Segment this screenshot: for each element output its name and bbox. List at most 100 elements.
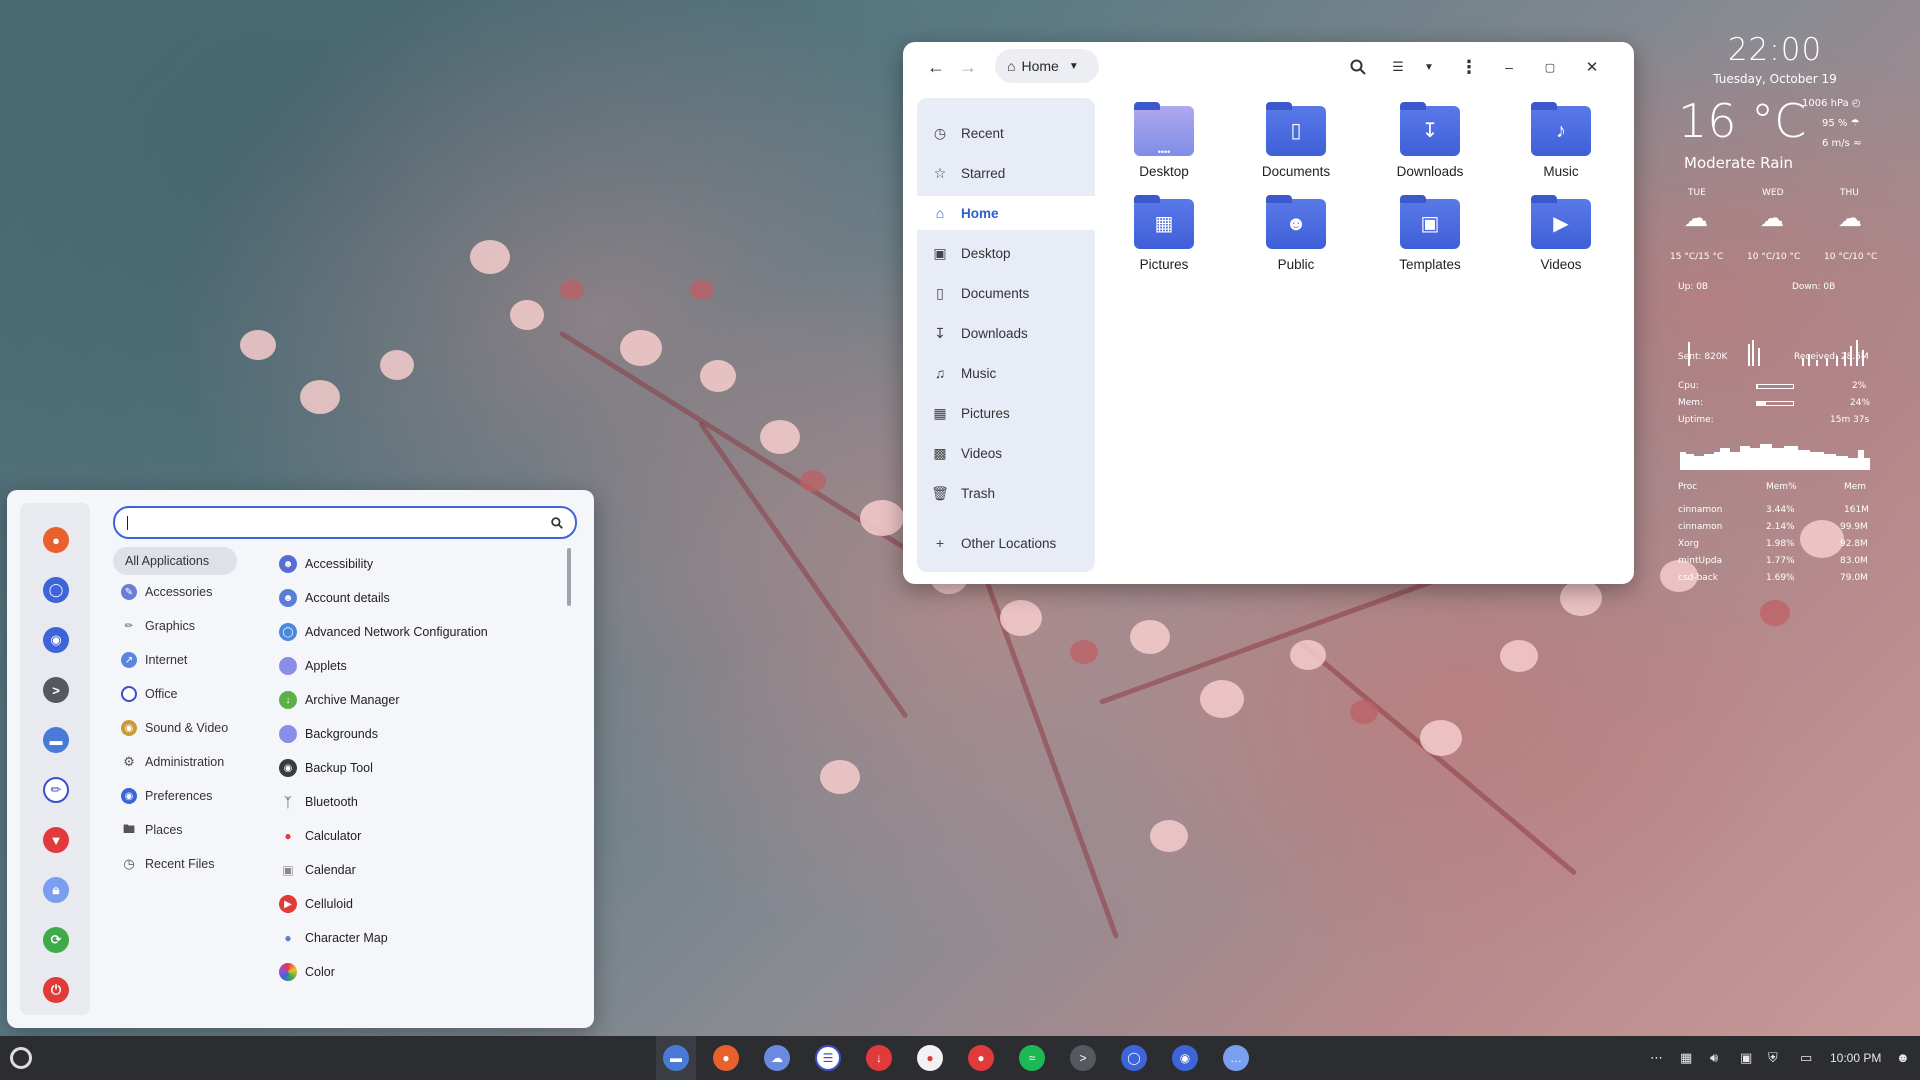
sidebar-item-documents[interactable]: ▯ Documents xyxy=(917,276,1095,310)
folder-downloads[interactable]: ↧ Downloads xyxy=(1375,102,1485,179)
media-player-icon[interactable]: ● xyxy=(968,1045,994,1071)
notifications-icon[interactable]: ▭ xyxy=(1800,1050,1812,1066)
folder-templates[interactable]: ▣ Templates xyxy=(1375,195,1485,272)
app-advanced-network-configuration[interactable]: ◯ Advanced Network Configuration xyxy=(279,618,488,646)
terminal-icon[interactable]: > xyxy=(1070,1045,1096,1071)
category-places[interactable]: 🖿︎ Places xyxy=(113,816,237,844)
chat-icon[interactable]: … xyxy=(1223,1045,1249,1071)
category-label: Preferences xyxy=(145,789,213,803)
category-graphics[interactable]: ✏ Graphics xyxy=(113,612,237,640)
app-accessibility[interactable]: ☻ Accessibility xyxy=(279,550,373,578)
app-bluetooth[interactable]: ᛉ Bluetooth xyxy=(279,788,358,816)
proc-mem-pct: 3.44% xyxy=(1766,505,1795,515)
bluetooth-icon: ᛉ xyxy=(283,794,293,810)
sidebar-item-recent[interactable]: ◷ Recent xyxy=(917,116,1095,150)
category-recent-files[interactable]: ◷ Recent Files xyxy=(113,850,237,878)
mem-value: 24% xyxy=(1850,398,1871,408)
view-toggle-button[interactable]: ☰ xyxy=(1387,56,1409,78)
app-celluloid[interactable]: ▶ Celluloid xyxy=(279,890,353,918)
user-icon[interactable]: ☻ xyxy=(1896,1050,1910,1065)
net-sent: Sent: 820K xyxy=(1678,352,1728,362)
folder-public[interactable]: ☻ Public xyxy=(1241,195,1351,272)
logout-icon[interactable]: ⟳ xyxy=(43,927,69,953)
forward-button[interactable]: → xyxy=(957,56,979,78)
firefox-icon[interactable]: ● xyxy=(43,527,69,553)
app-archive-manager[interactable]: ↓ Archive Manager xyxy=(279,686,400,714)
menu-button[interactable] xyxy=(10,1047,32,1069)
view-options-button[interactable]: ▼ xyxy=(1418,56,1440,78)
net-up: Up: 0B xyxy=(1678,282,1709,292)
app-color[interactable]: Color xyxy=(279,958,335,986)
back-button[interactable]: ← xyxy=(925,56,947,78)
image-viewer-icon[interactable]: ● xyxy=(917,1045,943,1071)
text-editor-icon[interactable]: ✏ xyxy=(43,777,69,803)
taskbar-clock[interactable]: 10:00 PM xyxy=(1830,1051,1881,1065)
power-icon[interactable]: ⏻ xyxy=(43,977,69,1003)
archive-icon: ↓ xyxy=(279,691,297,709)
category-internet[interactable]: ↗ Internet xyxy=(113,646,237,674)
picture-icon: ▦ xyxy=(933,404,947,421)
app-backup-tool[interactable]: ◉ Backup Tool xyxy=(279,754,373,782)
files-icon[interactable]: ▬ xyxy=(663,1045,689,1071)
sidebar-item-music[interactable]: ♫ Music xyxy=(917,356,1095,390)
folder-music[interactable]: ♪ Music xyxy=(1506,102,1616,179)
category-all-applications[interactable]: All Applications xyxy=(113,547,237,575)
clipboard-icon[interactable]: ▣ xyxy=(1740,1050,1752,1066)
cloud-app-icon[interactable]: ☁ xyxy=(764,1045,790,1071)
firefox-icon[interactable]: ● xyxy=(713,1045,739,1071)
minimize-button[interactable]: – xyxy=(1498,56,1520,78)
menu-button[interactable]: ⋮ xyxy=(1458,56,1480,78)
trash-icon: 🗑︎ xyxy=(931,484,949,501)
volume-icon[interactable]: 🔊︎ xyxy=(1710,1050,1718,1066)
sidebar-item-pictures[interactable]: ▦ Pictures xyxy=(917,396,1095,430)
app-list-scrollbar[interactable] xyxy=(567,548,571,606)
category-administration[interactable]: ⚙ Administration xyxy=(113,748,237,776)
wind-value: 6 m/s xyxy=(1822,138,1850,149)
path-bar-home-button[interactable]: ⌂ Home ▼ xyxy=(995,49,1099,83)
app-calendar[interactable]: ▣ Calendar xyxy=(279,856,355,884)
app-character-map[interactable]: ● Character Map xyxy=(279,924,387,952)
sidebar-item-desktop[interactable]: ▣ Desktop xyxy=(917,236,1095,270)
calendar-icon: ▣ xyxy=(282,863,294,877)
tray-overflow-icon[interactable]: ⋯ xyxy=(1650,1050,1663,1066)
category-accessories[interactable]: ✎ Accessories xyxy=(113,578,237,606)
app-account-details[interactable]: ☻ Account details xyxy=(279,584,390,612)
folder-desktop[interactable]: •••• Desktop xyxy=(1109,102,1219,179)
category-sound-video[interactable]: ◉ Sound & Video xyxy=(113,714,237,742)
sidebar-item-downloads[interactable]: ↧ Downloads xyxy=(917,316,1095,350)
proc-mem-pct: 1.77% xyxy=(1766,556,1795,566)
text-editor-icon[interactable]: ☰ xyxy=(815,1045,841,1071)
app-applets[interactable]: Applets xyxy=(279,652,347,680)
terminal-icon[interactable]: > xyxy=(43,677,69,703)
app-label: Bluetooth xyxy=(305,795,358,809)
lock-screen-icon[interactable]: 🔒︎ xyxy=(43,877,69,903)
sidebar-item-starred[interactable]: ☆ Starred xyxy=(917,156,1095,190)
mail-icon[interactable]: ◯ xyxy=(1121,1045,1147,1071)
files-icon[interactable]: ▬ xyxy=(43,727,69,753)
category-preferences[interactable]: ◉ Preferences xyxy=(113,782,237,810)
spotify-icon[interactable]: ≈ xyxy=(1019,1045,1045,1071)
software-manager-icon[interactable]: ▼ xyxy=(43,827,69,853)
menu-search-input[interactable] xyxy=(113,506,577,539)
documents-folder-icon: ▯ xyxy=(1266,102,1326,156)
sidebar-item-other-locations[interactable]: + Other Locations xyxy=(917,526,1095,560)
close-button[interactable]: ✕ xyxy=(1581,56,1603,78)
grid-apps-icon[interactable]: ▦ xyxy=(1680,1050,1692,1066)
sidebar-item-videos[interactable]: ▩ Videos xyxy=(917,436,1095,470)
mail-icon[interactable]: ◯ xyxy=(43,577,69,603)
software-manager-icon[interactable]: ↓ xyxy=(866,1045,892,1071)
folder-videos[interactable]: ▶ Videos xyxy=(1506,195,1616,272)
search-button[interactable] xyxy=(1347,56,1369,78)
app-backgrounds[interactable]: Backgrounds xyxy=(279,720,378,748)
close-icon: ✕ xyxy=(1585,59,1599,76)
sidebar-item-home[interactable]: ⌂ Home xyxy=(917,196,1117,230)
folder-pictures[interactable]: ▦ Pictures xyxy=(1109,195,1219,272)
settings-toggle-icon[interactable]: ◉ xyxy=(1172,1045,1198,1071)
settings-toggle-icon[interactable]: ◉ xyxy=(43,627,69,653)
category-office[interactable]: Office xyxy=(113,680,237,708)
shield-icon[interactable]: ⛨ xyxy=(1768,1050,1778,1066)
app-calculator[interactable]: ● Calculator xyxy=(279,822,361,850)
sidebar-item-trash[interactable]: 🗑︎ Trash xyxy=(917,476,1095,510)
maximize-button[interactable]: ▢ xyxy=(1539,56,1561,78)
folder-documents[interactable]: ▯ Documents xyxy=(1241,102,1351,179)
